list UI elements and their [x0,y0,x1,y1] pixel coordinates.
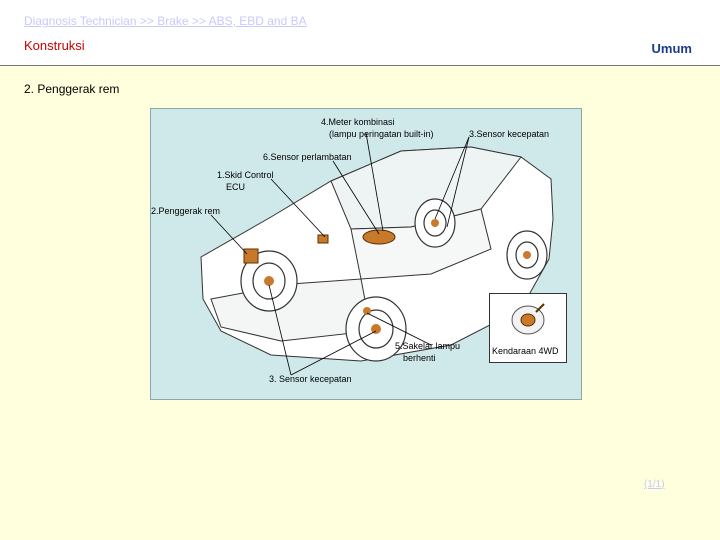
page-header: Diagnosis Technician >> Brake >> ABS, EB… [0,0,720,66]
section-title: Konstruksi [24,38,85,53]
page-indicator[interactable]: (1/1) [644,479,665,490]
scope-label: Umum [651,41,692,56]
label-stop-lamp-switch-line2: berhenti [403,353,436,363]
label-combination-meter: 4.Meter kombinasi [321,117,395,127]
breadcrumb[interactable]: Diagnosis Technician >> Brake >> ABS, EB… [24,14,307,28]
label-speed-sensor-front: 3. Sensor kecepatan [269,374,352,384]
label-skid-control-ecu-line2: ECU [226,182,246,192]
inset-4wd: Kendaraan 4WD [489,293,567,363]
label-brake-actuator: 2.Penggerak rem [151,206,221,216]
label-deceleration-sensor: 6.Sensor perlambatan [263,152,352,162]
label-combination-meter-note: (lampu peringatan built-in) [329,129,434,139]
label-speed-sensor-rear: 3.Sensor kecepatan [469,129,550,139]
label-stop-lamp-switch: 5.Sakelar lampu [395,341,461,351]
4wd-sensor-icon [511,303,545,335]
page-title: 2. Penggerak rem [24,82,120,96]
abs-component-diagram: 4.Meter kombinasi (lampu peringatan buil… [150,108,582,400]
label-4wd-vehicle: Kendaraan 4WD [492,346,559,356]
label-skid-control-ecu: 1.Skid Control [217,170,274,180]
